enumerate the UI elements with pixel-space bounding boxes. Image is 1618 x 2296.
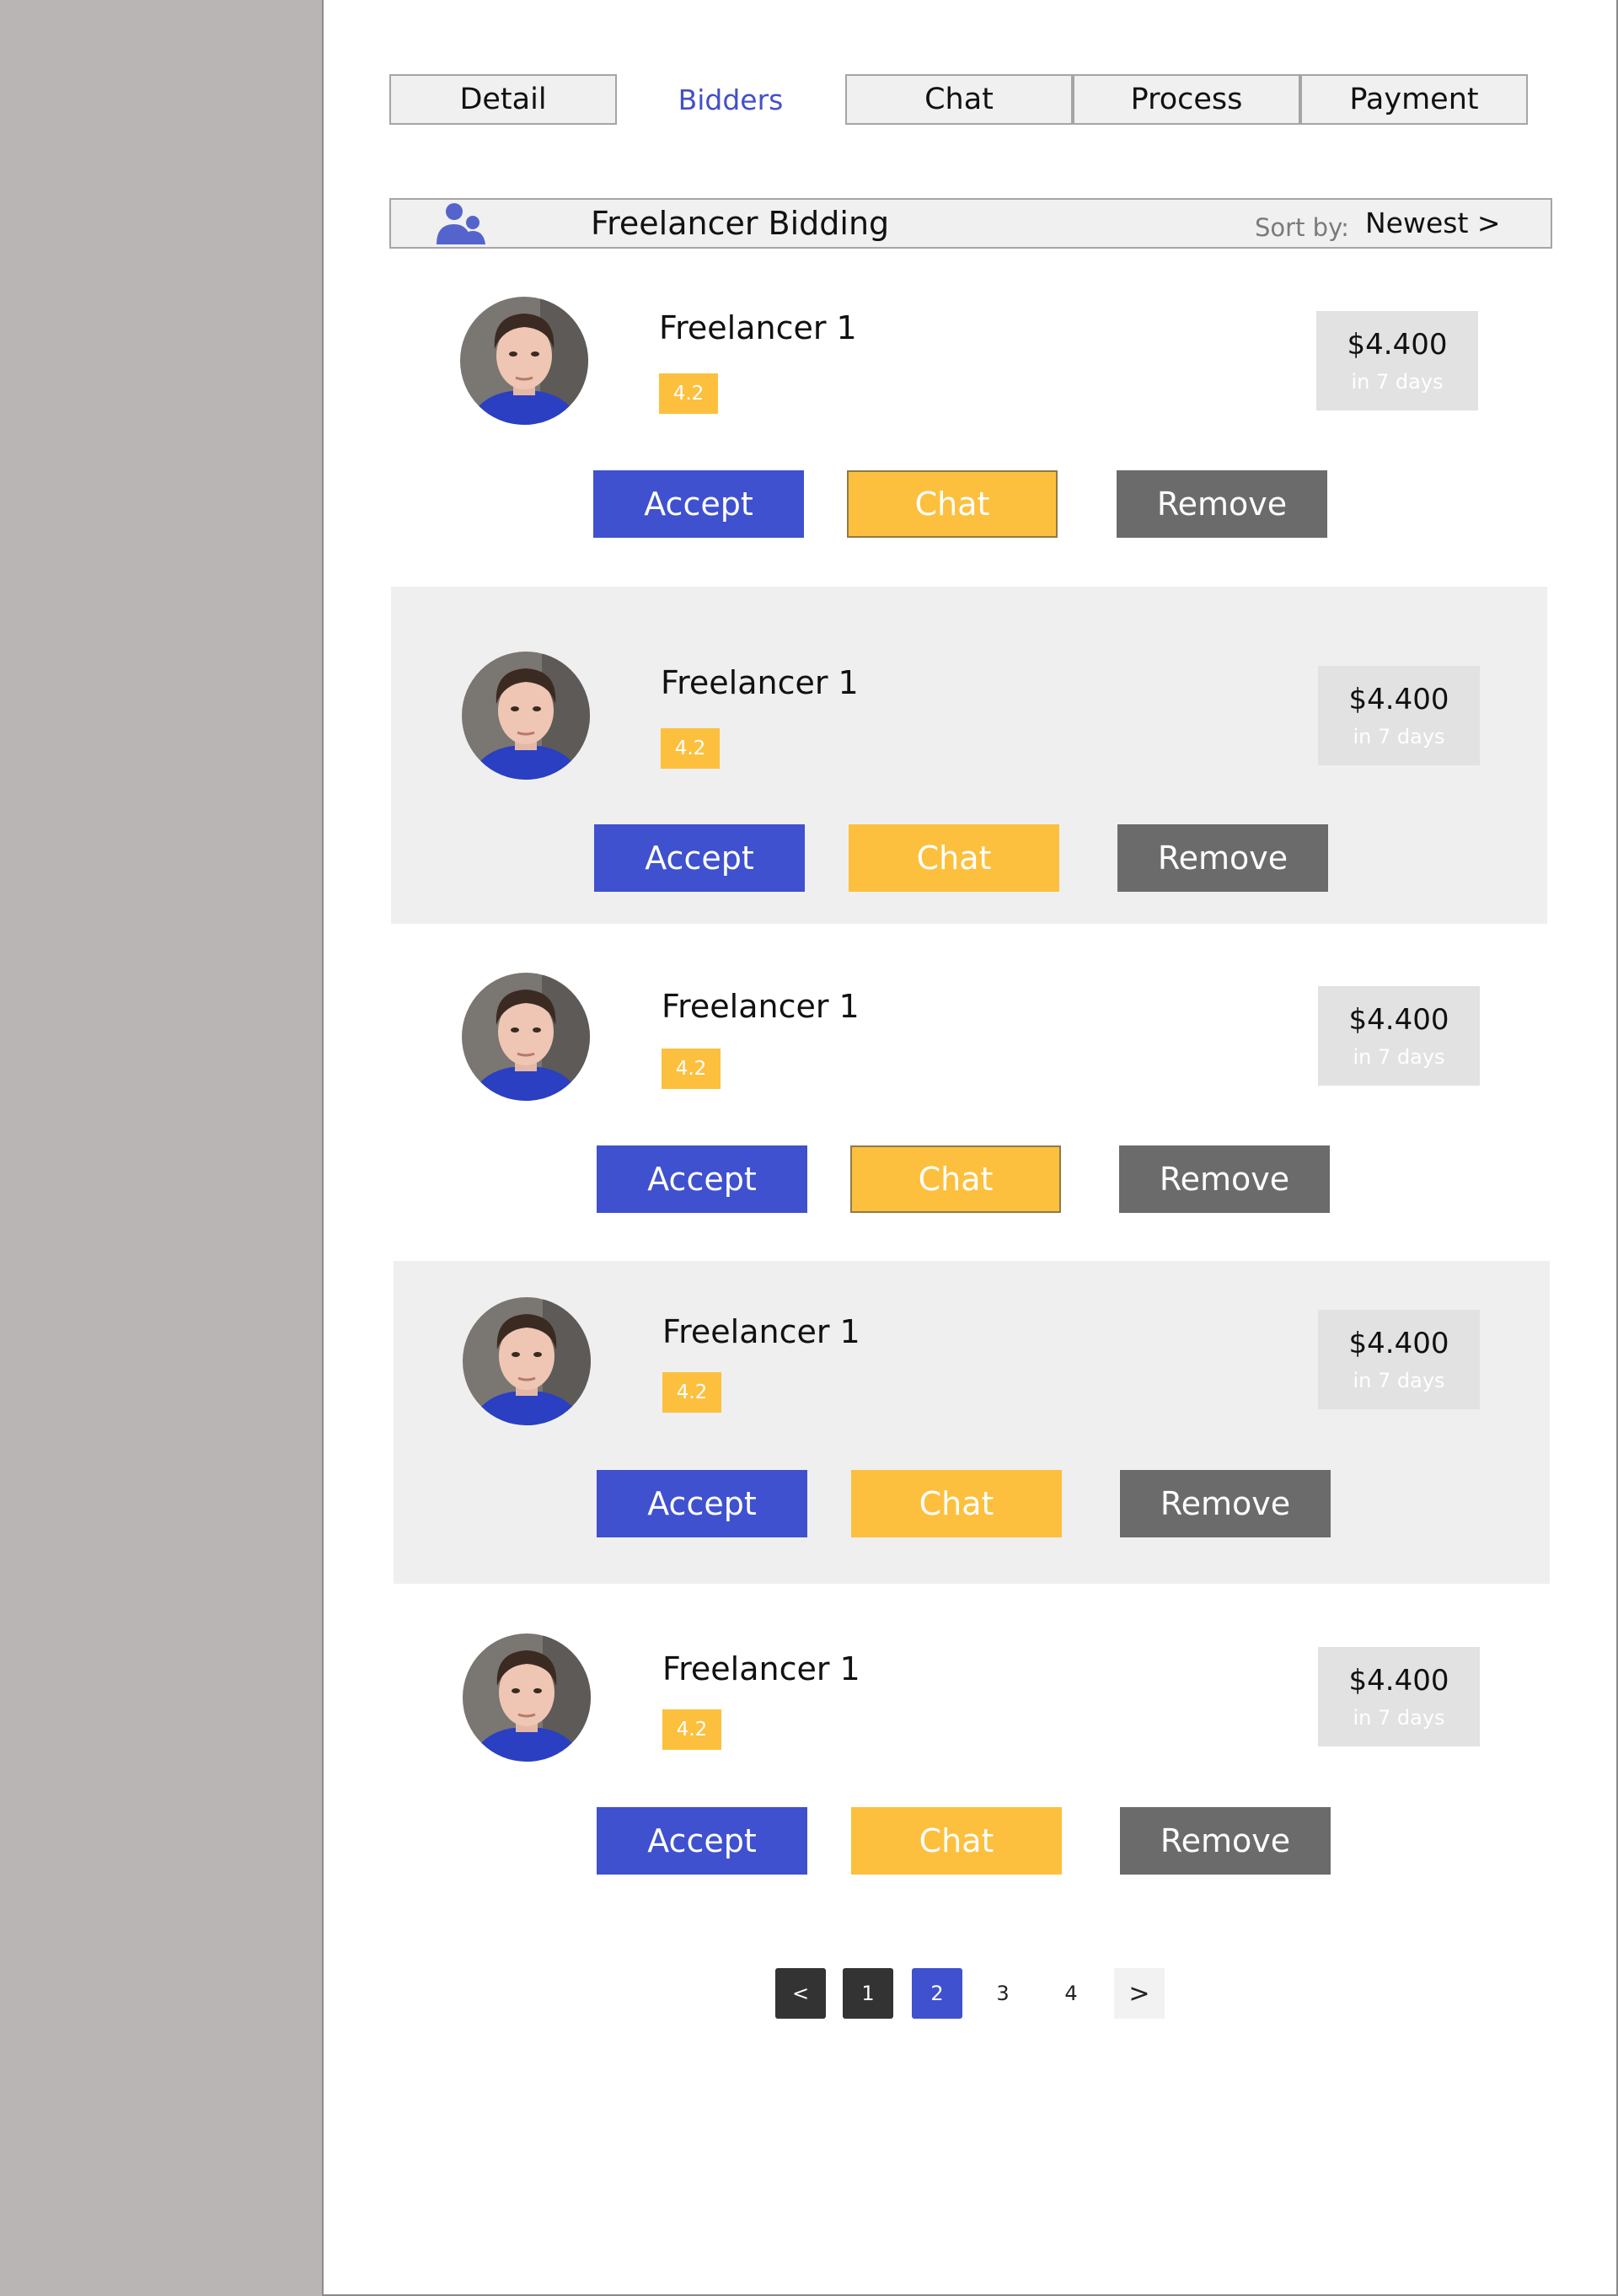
pagination-page-1[interactable]: 1 bbox=[843, 1968, 893, 2019]
avatar bbox=[463, 1297, 591, 1425]
tab-detail[interactable]: Detail bbox=[389, 74, 617, 125]
accept-button[interactable]: Accept bbox=[593, 470, 804, 538]
rating-badge: 4.2 bbox=[662, 1049, 721, 1089]
accept-button[interactable]: Accept bbox=[597, 1145, 807, 1213]
people-icon bbox=[437, 203, 485, 244]
remove-button[interactable]: Remove bbox=[1119, 1145, 1330, 1213]
remove-button[interactable]: Remove bbox=[1120, 1470, 1331, 1537]
freelancer-name: Freelancer 1 bbox=[659, 309, 857, 346]
bid-duration: in 7 days bbox=[1351, 370, 1444, 394]
bid-price-box: $4.400 in 7 days bbox=[1316, 311, 1478, 410]
pagination-page-4[interactable]: 4 bbox=[1046, 1968, 1096, 2019]
freelancer-name: Freelancer 1 bbox=[662, 1313, 860, 1350]
chat-button[interactable]: Chat bbox=[851, 1807, 1062, 1875]
bid-duration: in 7 days bbox=[1353, 1369, 1445, 1392]
freelancer-name: Freelancer 1 bbox=[661, 664, 859, 701]
tab-chat[interactable]: Chat bbox=[845, 74, 1073, 125]
pagination-page-3[interactable]: 3 bbox=[978, 1968, 1028, 2019]
bid-row: Freelancer 1 4.2 $4.400 in 7 days Accept… bbox=[391, 587, 1547, 924]
rating-badge: 4.2 bbox=[662, 1372, 721, 1413]
bid-price-box: $4.400 in 7 days bbox=[1318, 666, 1480, 765]
rating-badge: 4.2 bbox=[659, 373, 718, 414]
bid-price: $4.400 bbox=[1348, 1664, 1449, 1698]
bid-duration: in 7 days bbox=[1353, 725, 1445, 748]
avatar bbox=[460, 297, 588, 425]
tab-process[interactable]: Process bbox=[1073, 74, 1300, 125]
avatar bbox=[463, 1633, 591, 1762]
remove-button[interactable]: Remove bbox=[1117, 824, 1328, 892]
freelancer-name: Freelancer 1 bbox=[662, 988, 860, 1025]
bid-price-box: $4.400 in 7 days bbox=[1318, 1647, 1480, 1746]
rating-badge: 4.2 bbox=[661, 728, 720, 769]
sort-dropdown[interactable]: Newest > bbox=[1365, 207, 1501, 239]
bidding-header: Freelancer Bidding Sort by: Newest > bbox=[389, 198, 1552, 249]
avatar bbox=[462, 652, 590, 780]
chat-button[interactable]: Chat bbox=[851, 1470, 1062, 1537]
tab-payment[interactable]: Payment bbox=[1300, 74, 1528, 125]
remove-button[interactable]: Remove bbox=[1117, 470, 1327, 538]
accept-button[interactable]: Accept bbox=[597, 1470, 807, 1537]
chat-button[interactable]: Chat bbox=[850, 1145, 1061, 1213]
bid-duration: in 7 days bbox=[1353, 1706, 1445, 1730]
rating-badge: 4.2 bbox=[662, 1709, 721, 1750]
remove-button[interactable]: Remove bbox=[1120, 1807, 1331, 1875]
bid-row: Freelancer 1 4.2 $4.400 in 7 days Accept… bbox=[389, 249, 1546, 586]
sort-label: Sort by: bbox=[1255, 213, 1349, 242]
bid-price: $4.400 bbox=[1348, 1327, 1449, 1360]
header-title: Freelancer Bidding bbox=[591, 205, 890, 242]
accept-button[interactable]: Accept bbox=[597, 1807, 807, 1875]
bid-price: $4.400 bbox=[1348, 1003, 1449, 1037]
chat-button[interactable]: Chat bbox=[847, 470, 1058, 538]
sidebar bbox=[0, 0, 324, 2296]
accept-button[interactable]: Accept bbox=[594, 824, 805, 892]
bid-row: Freelancer 1 4.2 $4.400 in 7 days Accept… bbox=[394, 1261, 1550, 1584]
tab-bidders[interactable]: Bidders bbox=[617, 74, 844, 125]
bid-price: $4.400 bbox=[1348, 683, 1449, 716]
bid-price: $4.400 bbox=[1347, 328, 1448, 362]
pagination-page-2[interactable]: 2 bbox=[912, 1968, 962, 2019]
chat-button[interactable]: Chat bbox=[849, 824, 1059, 892]
pagination-prev-button[interactable]: < bbox=[775, 1968, 826, 2019]
bid-price-box: $4.400 in 7 days bbox=[1318, 1310, 1480, 1409]
freelancer-name: Freelancer 1 bbox=[662, 1650, 860, 1687]
bid-price-box: $4.400 in 7 days bbox=[1318, 986, 1480, 1086]
avatar bbox=[462, 973, 590, 1101]
bid-duration: in 7 days bbox=[1353, 1045, 1445, 1069]
bid-row: Freelancer 1 4.2 $4.400 in 7 days Accept… bbox=[394, 1598, 1550, 1935]
bid-row: Freelancer 1 4.2 $4.400 in 7 days Accept… bbox=[391, 924, 1547, 1261]
pagination-next-button[interactable]: > bbox=[1114, 1968, 1165, 2019]
